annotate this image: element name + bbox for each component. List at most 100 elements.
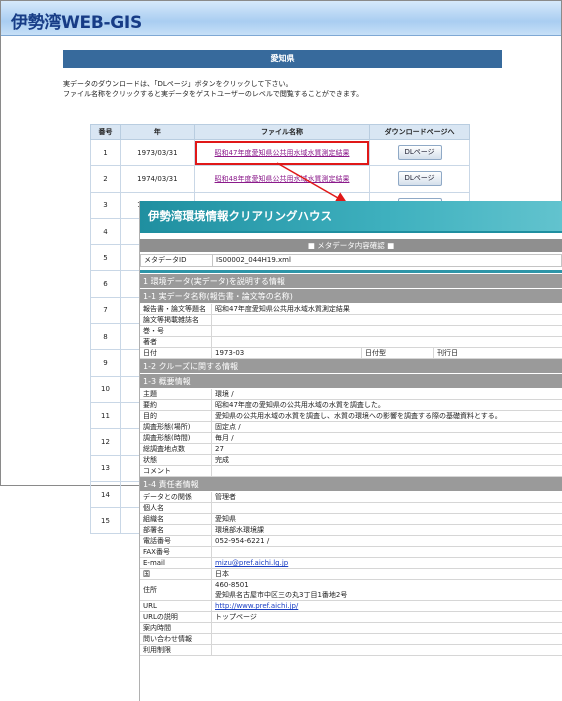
purpose-value: 愛知県の公共用水域の水質を調査し、水質の環境への影響を調査する際の基礎資料とする…: [215, 412, 502, 420]
status-row: 状態 完成: [140, 455, 562, 466]
section-1-1: 1-1 実データ名称(報告書・論文等の名称): [140, 289, 562, 304]
column-header-year: 年: [119, 124, 195, 140]
volume-value: [212, 326, 562, 336]
table-row: 2 1974/03/31 昭和48年度愛知県公共用水域水質測定結果 DLページ: [90, 165, 470, 193]
header-stripe: [140, 231, 562, 235]
row-number: 10: [90, 375, 121, 403]
clearinghouse-window: 伊勢湾環境情報クリアリングハウス ■ メタデータ内容確認 ■ メタデータID I…: [139, 201, 562, 701]
abstract-value: 昭和47年度の愛知県の公共用水域の水質を調査した。: [215, 401, 385, 409]
journal-label: 論文等掲載雑誌名: [140, 315, 212, 325]
organization-label: 組織名: [140, 514, 212, 524]
row-number: 8: [90, 323, 121, 351]
email-label: E-mail: [140, 558, 212, 568]
report-title-label: 報告書・論文等題名: [140, 304, 212, 314]
relation-row: データとの関係 管理者: [140, 492, 562, 503]
survey-place-label: 調査形態(場所): [140, 422, 212, 432]
address-row: 住所 460-8501 愛知県名古屋市中区三の丸3丁目1番地2号: [140, 580, 562, 601]
intro-line-2: ファイル名称をクリックすると実データをゲストユーザーのレベルで閲覧することができ…: [63, 90, 364, 98]
person-row: 個人名: [140, 503, 562, 514]
file-name-link[interactable]: 昭和48年度愛知県公共用水域水質測定結果: [193, 165, 371, 193]
row-number: 11: [90, 401, 121, 430]
metadata-confirm-title: ■ メタデータ内容確認 ■: [140, 239, 562, 252]
email-link[interactable]: mizu@pref.aichi.lg.jp: [215, 559, 288, 567]
row-number: 1: [90, 138, 121, 167]
phone-label: 電話番号: [140, 536, 212, 546]
date-row: 日付 1973-03 日付型 刊行日: [140, 348, 562, 359]
row-number: 12: [90, 428, 121, 456]
metadata-id-row: メタデータID IS00002_044H19.xml: [140, 254, 562, 267]
gis-title: 伊勢湾WEB-GIS: [11, 13, 142, 33]
row-number: 14: [90, 480, 121, 509]
contact-row: 問い合わせ情報: [140, 634, 562, 645]
status-value: 完成: [215, 456, 229, 464]
file-name-link[interactable]: 昭和47年度愛知県公共用水域水質測定結果: [193, 138, 371, 167]
url-description-row: URLの説明 トップページ: [140, 612, 562, 623]
report-title-value: 昭和47年度愛知県公共用水域水質測定結果: [215, 305, 350, 313]
department-row: 部署名 環境部水環境課: [140, 525, 562, 536]
date-value: 1973-03: [212, 348, 362, 358]
volume-row: 巻・号: [140, 326, 562, 337]
section-1-2: 1-2 クルーズに関する情報: [140, 359, 562, 374]
survey-points-row: 総調査地点数 27: [140, 444, 562, 455]
row-year: 1974/03/31: [119, 165, 195, 193]
survey-points-label: 総調査地点数: [140, 444, 212, 454]
row-number: 6: [90, 270, 121, 298]
row-number: 2: [90, 165, 121, 193]
theme-row: 主題 環境 /: [140, 389, 562, 400]
comment-row: コメント: [140, 466, 562, 477]
date-label: 日付: [140, 348, 212, 358]
usage-value: [212, 645, 562, 655]
organization-value: 愛知県: [215, 515, 236, 523]
section-1-3: 1-3 概要情報: [140, 374, 562, 389]
row-year: 1973/03/31: [119, 138, 195, 167]
row-number: 3: [90, 191, 121, 219]
section-1: 1 環境データ(実データ)を説明する情報: [140, 274, 562, 289]
prefecture-bar: 愛知県: [63, 50, 502, 68]
author-row: 著者: [140, 337, 562, 348]
theme-label: 主題: [140, 389, 212, 399]
dl-page-button[interactable]: DLページ: [397, 145, 442, 161]
country-value: 日本: [215, 570, 229, 578]
purpose-label: 目的: [140, 411, 212, 421]
url-label: URL: [140, 601, 212, 611]
country-row: 国 日本: [140, 569, 562, 580]
country-label: 国: [140, 569, 212, 579]
street-address: 愛知県名古屋市中区三の丸3丁目1番地2号: [215, 591, 348, 599]
url-link[interactable]: http://www.pref.aichi.jp/: [215, 602, 298, 610]
relation-label: データとの関係: [140, 492, 212, 502]
survey-time-label: 調査形態(時間): [140, 433, 212, 443]
url-description-value: トップページ: [215, 613, 257, 621]
survey-points-value: 27: [215, 445, 224, 453]
phone-value: 052-954-6221 /: [215, 537, 270, 545]
journal-value: [212, 315, 562, 325]
row-number: 5: [90, 244, 121, 272]
date-type-value: 刊行日: [437, 349, 458, 357]
purpose-row: 目的 愛知県の公共用水域の水質を調査し、水質の環境への影響を調査する際の基礎資料…: [140, 411, 562, 422]
fax-row: FAX番号: [140, 547, 562, 558]
contact-label: 問い合わせ情報: [140, 634, 212, 644]
dl-page-button[interactable]: DLページ: [397, 171, 442, 187]
department-label: 部署名: [140, 525, 212, 535]
person-value: [212, 503, 562, 513]
comment-value: [212, 466, 562, 476]
url-row: URL http://www.pref.aichi.jp/: [140, 601, 562, 612]
hours-value: [212, 623, 562, 633]
email-row: E-mail mizu@pref.aichi.lg.jp: [140, 558, 562, 569]
hours-row: 案内時間: [140, 623, 562, 634]
row-number: 15: [90, 507, 121, 535]
survey-place-row: 調査形態(場所) 固定点 /: [140, 422, 562, 433]
intro-line-1: 実データのダウンロードは、「DLページ」ボタンをクリックして下さい。: [63, 80, 293, 88]
volume-label: 巻・号: [140, 326, 212, 336]
person-label: 個人名: [140, 503, 212, 513]
intro-text: 実データのダウンロードは、「DLページ」ボタンをクリックして下さい。 ファイル名…: [63, 79, 363, 99]
department-value: 環境部水環境課: [215, 526, 264, 534]
survey-place-value: 固定点 /: [215, 423, 241, 431]
url-description-label: URLの説明: [140, 612, 212, 622]
survey-time-row: 調査形態(時間) 毎月 /: [140, 433, 562, 444]
comment-label: コメント: [140, 466, 212, 476]
usage-label: 利用制限: [140, 645, 212, 655]
date-type-label: 日付型: [362, 348, 434, 358]
author-value: [212, 337, 562, 347]
hours-label: 案内時間: [140, 623, 212, 633]
row-number: 4: [90, 217, 121, 246]
